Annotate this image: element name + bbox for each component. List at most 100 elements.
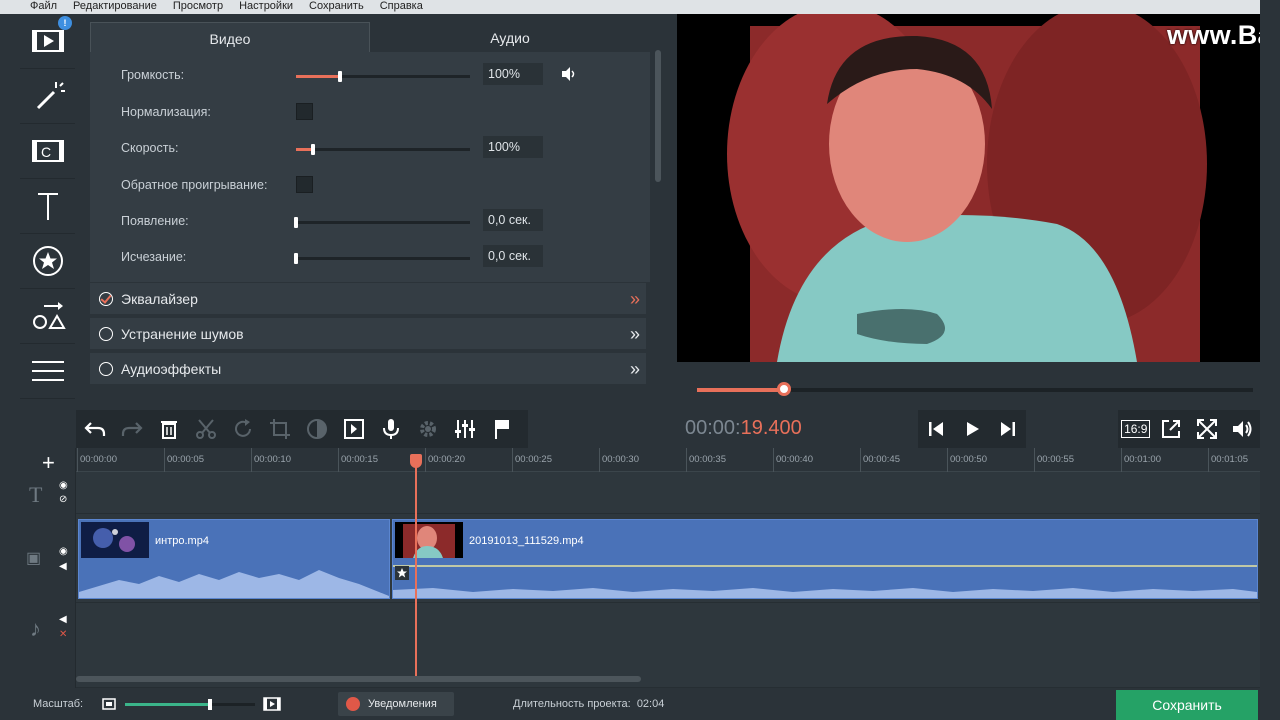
playback-knob[interactable] <box>776 382 791 396</box>
settings-button[interactable] <box>409 410 446 448</box>
section-noise-removal[interactable]: Устранение шумов » <box>90 317 646 349</box>
menu-settings[interactable]: Настройки <box>231 0 301 14</box>
more-tools-button[interactable] <box>20 344 75 399</box>
fade-in-value[interactable]: 0,0 сек. <box>483 209 543 231</box>
menu-help[interactable]: Справка <box>372 0 431 14</box>
menu-edit[interactable]: Редактирование <box>65 0 165 14</box>
volume-slider[interactable] <box>296 71 470 82</box>
reverse-checkbox[interactable] <box>296 176 313 193</box>
stickers-button[interactable] <box>20 234 75 289</box>
fade-out-value[interactable]: 0,0 сек. <box>483 245 543 267</box>
equalizer-button[interactable] <box>446 410 483 448</box>
video-clip-main[interactable]: 20191013_111529.mp4 <box>392 519 1258 599</box>
menu-file[interactable]: Файл <box>0 0 65 14</box>
section-equalizer[interactable]: Эквалайзер » <box>90 282 646 314</box>
delete-button[interactable] <box>150 410 187 448</box>
color-adjust-button[interactable] <box>298 410 335 448</box>
normalize-checkbox[interactable] <box>296 103 313 120</box>
time-ruler[interactable]: 00:00:00 00:00:05 00:00:10 00:00:15 00:0… <box>76 448 1260 472</box>
playhead-handle[interactable] <box>410 454 422 468</box>
speaker-icon[interactable] <box>560 65 578 83</box>
speaker-icon[interactable]: ◀ <box>59 614 67 625</box>
add-track-icon[interactable]: + <box>42 450 55 476</box>
audio-properties: Громкость: 100% Нормализация: Скорость: … <box>90 52 650 282</box>
ruler-tick: 00:01:00 <box>1121 448 1161 472</box>
trash-icon <box>160 421 177 439</box>
link-icon[interactable]: ⊘ <box>59 494 67 505</box>
play-button[interactable] <box>954 410 990 448</box>
filters-button[interactable]: C <box>20 124 75 179</box>
notification-badge: ! <box>58 16 72 30</box>
video-track[interactable]: интро.mp4 20191013_111529.mp4 <box>76 515 1260 603</box>
next-button[interactable] <box>990 410 1026 448</box>
tab-audio[interactable]: Аудио <box>370 22 650 52</box>
transitions-button[interactable] <box>20 289 75 344</box>
marker-button[interactable] <box>483 410 520 448</box>
fade-in-knob[interactable] <box>294 217 298 228</box>
titles-button[interactable] <box>20 179 75 234</box>
audio-effects-radio-icon[interactable] <box>99 362 113 376</box>
noise-removal-radio-icon[interactable] <box>99 327 113 341</box>
clip-properties-button[interactable] <box>335 410 372 448</box>
undo-button[interactable] <box>76 410 113 448</box>
save-button[interactable]: Сохранить <box>1116 690 1258 720</box>
speed-knob[interactable] <box>311 144 316 155</box>
unlink-icon[interactable]: ✕ <box>59 629 67 640</box>
video-clip-intro[interactable]: интро.mp4 <box>78 519 390 599</box>
record-audio-button[interactable] <box>372 410 409 448</box>
clip-name: интро.mp4 <box>155 535 209 547</box>
speed-value[interactable]: 100% <box>483 136 543 158</box>
fade-out-knob[interactable] <box>294 253 298 264</box>
ruler-tick: 00:00:30 <box>599 448 639 472</box>
equalizer-check-icon[interactable] <box>99 292 113 306</box>
ruler-tick: 00:00:15 <box>338 448 378 472</box>
cut-button[interactable] <box>187 410 224 448</box>
redo-button[interactable] <box>113 410 150 448</box>
volume-value[interactable]: 100% <box>483 63 543 85</box>
volume-button[interactable] <box>1225 410 1261 448</box>
zoom-in-icon[interactable] <box>263 697 281 711</box>
tab-video[interactable]: Видео <box>90 22 370 52</box>
previous-button[interactable] <box>918 410 954 448</box>
eye-icon[interactable]: ◉ <box>59 480 68 491</box>
fullscreen-button[interactable] <box>1189 410 1225 448</box>
zoom-out-icon[interactable] <box>102 698 116 710</box>
panel-scrollbar[interactable] <box>655 50 661 182</box>
menu-view[interactable]: Просмотр <box>165 0 231 14</box>
stickers-icon <box>32 246 63 276</box>
ruler-tick: 00:00:50 <box>947 448 987 472</box>
speaker-icon[interactable]: ◀ <box>59 561 67 572</box>
fade-in-slider[interactable] <box>294 217 470 228</box>
speed-slider[interactable] <box>296 144 470 155</box>
volume-row: Громкость: 100% <box>90 60 650 90</box>
microphone-icon <box>382 419 399 439</box>
zoom-slider[interactable] <box>125 699 255 710</box>
playback-scrubber[interactable] <box>697 382 1253 396</box>
timeline-scrollbar[interactable] <box>76 676 641 682</box>
duration-label: Длительность проекта: <box>513 698 631 710</box>
fade-in-label: Появление: <box>121 214 189 228</box>
aspect-ratio-button[interactable]: 16:9 <box>1118 410 1154 448</box>
fade-out-slider[interactable] <box>294 253 470 264</box>
video-preview: www.Bandicam.com <box>677 14 1260 362</box>
rotate-button[interactable] <box>224 410 261 448</box>
volume-knob[interactable] <box>337 71 342 82</box>
ruler-tick: 00:01:05 <box>1208 448 1248 472</box>
zoom-knob[interactable] <box>207 699 212 710</box>
section-audio-effects[interactable]: Аудиоэффекты » <box>90 352 646 384</box>
detach-preview-button[interactable] <box>1154 410 1190 448</box>
menu-save[interactable]: Сохранить <box>301 0 372 14</box>
import-button[interactable]: ! <box>20 14 75 69</box>
magic-wand-button[interactable] <box>20 69 75 124</box>
star-icon[interactable] <box>395 566 409 580</box>
text-track[interactable] <box>76 472 1260 514</box>
crop-button[interactable] <box>261 410 298 448</box>
notifications-button[interactable]: Уведомления <box>338 692 454 716</box>
clip-properties-icon <box>343 419 364 439</box>
fullscreen-icon <box>1196 419 1217 439</box>
ruler-tick: 00:00:20 <box>425 448 465 472</box>
reverse-label: Обратное проигрывание: <box>121 178 268 192</box>
eye-icon[interactable]: ◉ <box>59 546 68 557</box>
skip-back-icon <box>929 422 943 436</box>
playhead-line[interactable] <box>415 454 417 676</box>
